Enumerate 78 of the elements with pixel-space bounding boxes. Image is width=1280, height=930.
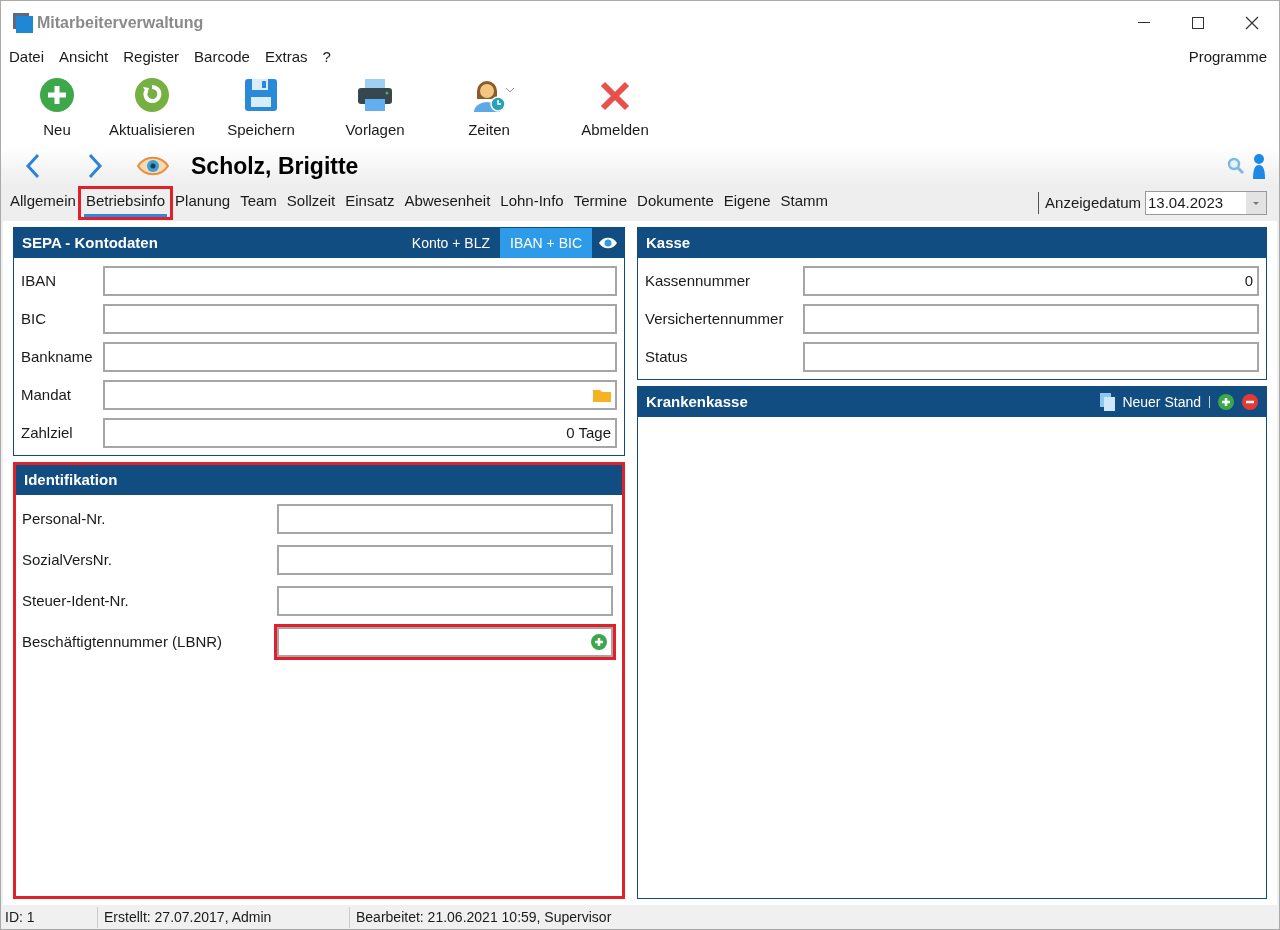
plus-icon	[39, 76, 75, 113]
panel-title: Krankenkasse	[646, 391, 748, 412]
panel-title: Kasse	[646, 232, 691, 253]
eye-icon	[137, 155, 169, 177]
field-label: SozialVersNr.	[22, 549, 114, 570]
tab[interactable]: Dokumente	[635, 189, 716, 217]
refresh-icon	[134, 76, 170, 113]
input-field[interactable]	[103, 304, 617, 334]
maximize-icon	[1192, 17, 1204, 29]
input-field[interactable]	[103, 342, 617, 372]
folder-icon[interactable]	[593, 388, 611, 402]
field-label: Personal-Nr.	[22, 508, 107, 529]
tab[interactable]: Stamm	[778, 189, 830, 217]
tab[interactable]: Betriebsinfo	[83, 189, 168, 217]
field-label: Kassennummer	[645, 270, 752, 291]
field-label: IBAN	[21, 270, 57, 291]
field-label: Status	[645, 346, 689, 367]
field-label: Versichertennummer	[645, 308, 785, 329]
minus-icon[interactable]	[1242, 394, 1258, 410]
menu-item[interactable]: Extras	[264, 45, 308, 69]
minimize-icon	[1138, 22, 1150, 24]
input-field[interactable]	[277, 586, 613, 616]
toolbar-button[interactable]: Speichern	[211, 76, 311, 141]
toolbar-button[interactable]: Neu	[21, 76, 93, 141]
field-label: Mandat	[21, 384, 73, 405]
menu-item[interactable]: Datei	[9, 45, 45, 69]
tab[interactable]: Planung	[173, 189, 233, 217]
dropdown-caret-icon[interactable]	[505, 86, 515, 93]
new-version-button[interactable]: Neuer Stand	[1100, 391, 1201, 413]
input-field[interactable]	[803, 342, 1259, 372]
status-text: Erstellt: 27.07.2017, Admin	[97, 906, 349, 928]
window-title: Mitarbeiterverwaltung	[37, 13, 204, 33]
eye-icon[interactable]	[598, 236, 618, 250]
toolbar-button[interactable]: Abmelden	[545, 78, 685, 141]
menu-item[interactable]: Barcode	[194, 45, 250, 69]
printer-icon	[356, 76, 394, 113]
date-label: Anzeigedatum	[1038, 191, 1141, 215]
status-text: ID: 1	[5, 907, 36, 927]
tab[interactable]: Sollzeit	[284, 189, 338, 217]
app-logo-icon	[13, 13, 33, 33]
input-field[interactable]	[803, 304, 1259, 334]
panel-title: SEPA - Kontodaten	[22, 232, 158, 253]
toolbar-button[interactable]: Zeiten	[439, 76, 539, 141]
menu-item[interactable]: Ansicht	[59, 45, 109, 69]
person-icon[interactable]	[1251, 153, 1267, 179]
tab[interactable]: Einsatz	[343, 189, 397, 217]
field-label: BIC	[21, 308, 47, 329]
status-text: Bearbeitet: 21.06.2021 10:59, Supervisor	[349, 906, 612, 928]
close-icon	[1245, 16, 1259, 30]
menu-item[interactable]: ?	[322, 45, 331, 69]
tab[interactable]: Lohn-Info	[498, 189, 566, 217]
input-field[interactable]	[277, 545, 613, 575]
plus-icon[interactable]	[1218, 394, 1234, 410]
input-field[interactable]: 0 Tage	[103, 418, 617, 448]
field-label: Zahlziel	[21, 422, 74, 443]
toolbar-button[interactable]: Aktualisieren	[99, 76, 205, 141]
menu-item[interactable]: Register	[123, 45, 180, 69]
record-name: Scholz, Brigitte	[191, 151, 359, 181]
input-field[interactable]	[103, 266, 617, 296]
tab[interactable]: Abwesenheit	[402, 189, 493, 217]
field-label: Steuer-Ident-Nr.	[22, 590, 130, 611]
input-field[interactable]: 0	[803, 266, 1259, 296]
panel-title: Identifikation	[24, 469, 118, 490]
documents-icon	[1100, 393, 1117, 411]
input-field[interactable]	[103, 380, 617, 410]
tab[interactable]: Allgemein	[8, 189, 78, 217]
search-icon[interactable]	[1227, 157, 1245, 175]
field-label: Beschäftigtennummer (LBNR)	[22, 631, 224, 652]
tab[interactable]: Team	[238, 189, 279, 217]
tab[interactable]: Eigene	[721, 189, 773, 217]
menu-item[interactable]: Programme	[1188, 45, 1267, 69]
mode-toggle[interactable]: Konto + BLZ	[401, 228, 501, 258]
input-field[interactable]	[277, 504, 613, 534]
toolbar-button[interactable]: Vorlagen	[317, 76, 433, 141]
date-field[interactable]: 13.04.2023	[1145, 191, 1267, 215]
tab[interactable]: Termine	[571, 189, 630, 217]
field-label: Bankname	[21, 346, 94, 367]
dropdown-caret-icon[interactable]	[1246, 192, 1266, 214]
